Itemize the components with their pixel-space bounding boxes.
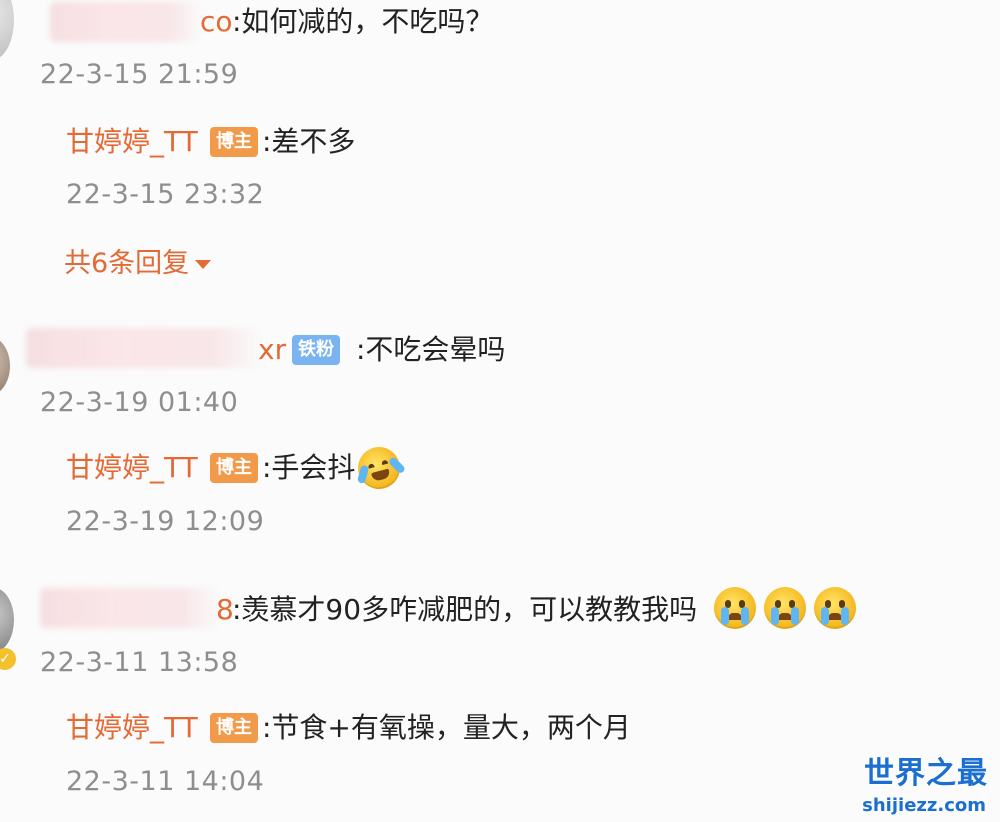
comment-text: :羡慕才90多咋减肥的，可以教教我吗 bbox=[232, 593, 698, 626]
fan-badge: 铁粉 bbox=[292, 335, 340, 365]
verified-icon: ✓ bbox=[0, 648, 16, 670]
reply-text: :节食+有氧操，量大，两个月 bbox=[262, 711, 631, 744]
comment-timestamp: 22-3-19 01:40 bbox=[40, 387, 239, 418]
comment-timestamp: 22-3-11 13:58 bbox=[40, 647, 239, 678]
reply-timestamp: 22-3-15 23:32 bbox=[66, 179, 265, 210]
reply-text: :差不多 bbox=[262, 125, 356, 158]
commenter-avatar[interactable] bbox=[0, 588, 14, 652]
comment-text: :不吃会晕吗 bbox=[356, 333, 506, 366]
commenter-avatar[interactable] bbox=[0, 0, 14, 60]
laugh-cry-emoji-icon bbox=[353, 442, 407, 494]
commenter-name[interactable]: co bbox=[200, 2, 233, 42]
reply-author[interactable]: 甘婷婷_TT bbox=[66, 708, 198, 748]
crying-emoji-icon bbox=[814, 587, 856, 629]
chevron-down-icon bbox=[195, 260, 212, 269]
watermark-logo: 世界之最 bbox=[864, 756, 988, 791]
commenter-name-blurred[interactable] bbox=[40, 588, 218, 628]
more-replies-label: 共6条回复 bbox=[64, 248, 190, 279]
watermark-url: shijiezz.com bbox=[862, 795, 986, 816]
crying-emoji-icon bbox=[764, 587, 806, 629]
reply-author[interactable]: 甘婷婷_TT bbox=[66, 122, 198, 162]
comment-text: :如何减的，不吃吗？ bbox=[232, 5, 494, 38]
commenter-avatar[interactable] bbox=[0, 336, 10, 396]
commenter-name-blurred[interactable] bbox=[50, 2, 200, 42]
comment-timestamp: 22-3-15 21:59 bbox=[40, 59, 239, 90]
reply-timestamp: 22-3-19 12:09 bbox=[66, 506, 265, 537]
more-replies-link[interactable]: 共6条回复 bbox=[64, 246, 212, 282]
crying-emoji-icon bbox=[714, 587, 756, 629]
blogger-badge: 博主 bbox=[210, 453, 258, 483]
reply-timestamp: 22-3-11 14:04 bbox=[66, 766, 265, 797]
blogger-badge: 博主 bbox=[210, 127, 258, 157]
reply-text: :手会抖 bbox=[262, 451, 356, 484]
blogger-badge: 博主 bbox=[210, 713, 258, 743]
reply-author[interactable]: 甘婷婷_TT bbox=[66, 448, 198, 488]
commenter-name-blurred[interactable] bbox=[26, 328, 258, 368]
commenter-name[interactable]: xr bbox=[258, 330, 286, 370]
